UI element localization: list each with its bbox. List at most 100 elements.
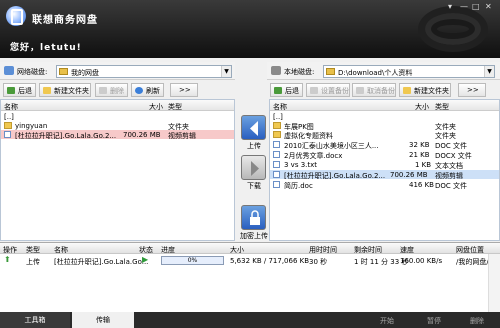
- new-folder-icon: [43, 87, 51, 94]
- list-item[interactable]: 简历.doc 416 KB DOC 文件: [270, 180, 499, 190]
- lock-arrow-icon: [250, 210, 260, 225]
- transfer-row[interactable]: ⬆ 上传 [杜拉拉升职记].Go.Lala.Go... ▶ 5,632 KB /…: [0, 255, 500, 266]
- col-name[interactable]: 名称: [273, 102, 287, 112]
- docx-file-icon: [273, 151, 280, 158]
- bottom-bar: 工具箱 传输 开始 暂停 删除: [0, 312, 500, 328]
- transfer-scrollbar[interactable]: [488, 254, 500, 312]
- chevron-down-icon[interactable]: ▼: [221, 66, 231, 77]
- local-drive-label: 本地磁盘:: [284, 68, 315, 76]
- col-type[interactable]: 类型: [435, 102, 449, 112]
- col-size[interactable]: 大小: [230, 245, 244, 255]
- col-operation[interactable]: 操作: [3, 245, 17, 255]
- minimize-icon[interactable]: —: [460, 2, 468, 11]
- left-back-button[interactable]: 后退: [3, 83, 36, 97]
- maximize-icon[interactable]: □: [472, 2, 480, 11]
- chevron-down-icon[interactable]: ▼: [484, 66, 494, 77]
- network-drive-bar: 网络磁盘: 我的网盘 ▼: [0, 62, 235, 80]
- download-button[interactable]: [241, 155, 266, 180]
- local-drive-bar: 本地磁盘: D:\download\个人资料 ▼: [267, 62, 500, 80]
- encrypt-upload-label: 加密上传: [240, 232, 268, 240]
- network-drive-select[interactable]: 我的网盘 ▼: [56, 65, 232, 78]
- encrypt-upload-button[interactable]: [241, 205, 266, 230]
- folder-icon: [59, 68, 68, 75]
- list-item-selected[interactable]: [杜拉拉升职记].Go.Lala.Go.2... 700.26 MB 视频剪辑: [1, 130, 234, 140]
- decorative-swirl-icon: [418, 6, 488, 52]
- back-arrow-icon: [274, 87, 282, 94]
- local-disk-icon: [271, 66, 281, 75]
- video-file-icon: [4, 131, 11, 138]
- transfer-progress-bar: 0%: [161, 256, 224, 265]
- download-label: 下载: [247, 182, 261, 190]
- col-name[interactable]: 名称: [54, 245, 68, 255]
- col-progress[interactable]: 进度: [161, 245, 175, 255]
- arrow-right-icon: [251, 161, 259, 176]
- col-type[interactable]: 类型: [168, 102, 182, 112]
- col-speed[interactable]: 速度: [400, 245, 414, 255]
- col-elapsed[interactable]: 用时时间: [309, 245, 337, 255]
- arrow-left-icon: [250, 121, 258, 136]
- tab-toolbox[interactable]: 工具箱: [0, 312, 70, 328]
- list-item[interactable]: [..]: [270, 112, 499, 121]
- app-header: 联想商务网盘 您好，letutu! ▾ — □ ✕: [0, 0, 500, 58]
- network-file-list: 名称 大小 类型 [..] yingyuan 文件夹 [杜拉拉升职记].Go.L…: [0, 99, 235, 241]
- list-item[interactable]: 车展PK图 文件夹: [270, 121, 499, 131]
- list-item-selected[interactable]: [杜拉拉升职记].Go.Lala.Go.2... 700.26 MB 视频剪辑: [270, 170, 499, 180]
- list-item[interactable]: yingyuan 文件夹: [1, 121, 234, 131]
- app-title: 联想商务网盘: [32, 15, 98, 26]
- local-drive-value: D:\download\个人资料: [338, 69, 413, 77]
- network-disk-icon: [4, 66, 14, 75]
- col-name[interactable]: 名称: [4, 102, 18, 112]
- back-arrow-icon: [7, 87, 15, 94]
- local-drive-select[interactable]: D:\download\个人资料 ▼: [323, 65, 495, 78]
- col-size[interactable]: 大小: [415, 102, 429, 112]
- app-logo-icon: [6, 6, 26, 26]
- play-icon: ▶: [142, 255, 149, 264]
- col-size[interactable]: 大小: [149, 102, 163, 112]
- doc-file-icon: [273, 181, 280, 188]
- folder-icon: [273, 131, 281, 138]
- delete-button[interactable]: 删除: [470, 316, 484, 326]
- start-button[interactable]: 开始: [380, 316, 394, 326]
- menu-dropdown-icon[interactable]: ▾: [448, 2, 452, 11]
- left-new-folder-button[interactable]: 新建文件夹: [39, 83, 91, 97]
- cancel-backup-icon: [356, 87, 364, 94]
- txt-file-icon: [273, 161, 280, 168]
- col-status[interactable]: 状态: [139, 245, 153, 255]
- col-remaining[interactable]: 剩余时间: [354, 245, 382, 255]
- tab-transfer[interactable]: 传输: [72, 312, 134, 328]
- list-item[interactable]: 2010汇泰山水美境小区三人... 32 KB DOC 文件: [270, 140, 499, 150]
- backup-icon: [310, 87, 318, 94]
- upload-button[interactable]: [241, 115, 266, 140]
- right-new-folder-button[interactable]: 新建文件夹: [399, 83, 451, 97]
- upload-label: 上传: [247, 142, 261, 150]
- list-item[interactable]: [..]: [1, 112, 234, 121]
- close-icon[interactable]: ✕: [485, 2, 492, 11]
- network-list-header: 名称 大小 类型: [1, 100, 234, 111]
- list-item[interactable]: 3 vs 3.txt 1 KB 文本文档: [270, 160, 499, 170]
- cancel-backup-button[interactable]: 取消备份: [352, 83, 396, 97]
- folder-icon: [4, 122, 12, 129]
- right-back-button[interactable]: 后退: [270, 83, 303, 97]
- col-location[interactable]: 网盘位置: [456, 245, 484, 255]
- refresh-icon: [135, 87, 143, 94]
- left-refresh-button[interactable]: 刷新: [131, 83, 164, 97]
- list-item[interactable]: 2月优秀文章.docx 21 KB DOCX 文件: [270, 150, 499, 160]
- list-item[interactable]: 虚拟化专题资料 文件夹: [270, 130, 499, 140]
- pause-button[interactable]: 暂停: [427, 316, 441, 326]
- right-more-button[interactable]: >>: [458, 83, 486, 97]
- folder-icon: [273, 122, 281, 129]
- upload-arrow-icon: ⬆: [4, 255, 11, 264]
- left-delete-button[interactable]: 删除: [95, 83, 128, 97]
- user-greeting: 您好，letutu!: [10, 43, 82, 53]
- video-file-icon: [273, 171, 280, 178]
- left-more-button[interactable]: >>: [170, 83, 198, 97]
- local-file-list: 名称 大小 类型 [..] 车展PK图 文件夹 虚拟化专题资料 文件夹 2010汇泰…: [269, 99, 500, 241]
- delete-icon: [99, 87, 107, 94]
- local-list-header: 名称 大小 类型: [270, 100, 499, 111]
- col-type[interactable]: 类型: [26, 245, 40, 255]
- doc-file-icon: [273, 141, 280, 148]
- network-drive-value: 我的网盘: [71, 69, 99, 77]
- transfer-header: 操作 类型 名称 状态 进度 大小 用时时间 剩余时间 速度 网盘位置: [0, 243, 500, 254]
- set-backup-button[interactable]: 设置备份: [306, 83, 350, 97]
- folder-icon: [326, 68, 335, 75]
